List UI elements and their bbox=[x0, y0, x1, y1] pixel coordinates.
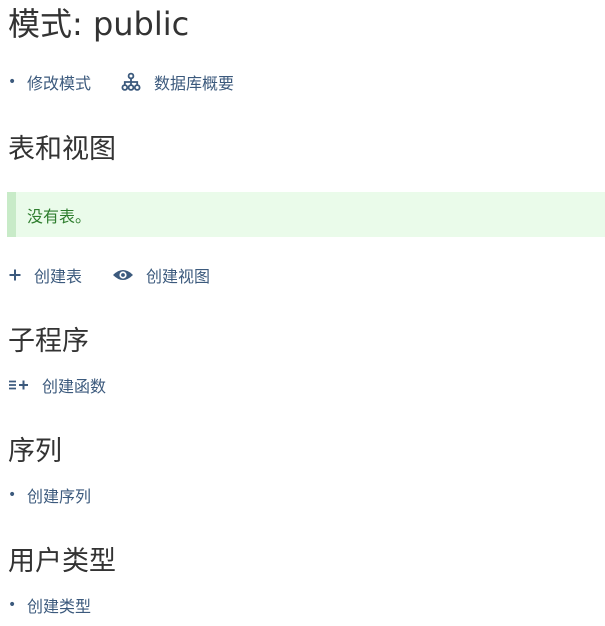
no-tables-message: 没有表。 bbox=[27, 206, 92, 226]
create-sequence-link[interactable]: 创建序列 bbox=[27, 483, 91, 507]
create-type-label: 创建类型 bbox=[27, 597, 92, 616]
create-function-link[interactable]: 创建函数 bbox=[8, 373, 106, 397]
database-overview-link[interactable]: 数据库概要 bbox=[121, 70, 234, 94]
bullet-icon: • bbox=[8, 597, 17, 613]
eye-icon bbox=[112, 268, 134, 282]
database-overview-label: 数据库概要 bbox=[154, 74, 235, 93]
routines-heading: 子程序 bbox=[8, 326, 89, 357]
bullet-icon: • bbox=[8, 74, 17, 90]
no-tables-notice: 没有表。 bbox=[7, 192, 605, 237]
routine-actions: 创建函数 bbox=[8, 374, 106, 396]
edit-schema-link[interactable]: 修改模式 bbox=[27, 70, 91, 94]
plus-icon bbox=[8, 268, 22, 282]
sequence-actions: • 创建序列 bbox=[8, 484, 91, 506]
sitemap-icon bbox=[121, 72, 141, 92]
bullet-icon: • bbox=[8, 487, 17, 503]
create-table-label: 创建表 bbox=[34, 267, 83, 286]
create-view-label: 创建视图 bbox=[146, 267, 211, 286]
tables-heading: 表和视图 bbox=[8, 134, 116, 165]
page-title: 模式: public bbox=[8, 5, 190, 43]
create-type-link[interactable]: 创建类型 bbox=[27, 593, 91, 617]
user-type-actions: • 创建类型 bbox=[8, 594, 91, 616]
create-function-label: 创建函数 bbox=[42, 377, 107, 396]
table-actions: 创建表 创建视图 bbox=[8, 264, 210, 286]
create-view-link[interactable]: 创建视图 bbox=[112, 263, 210, 287]
create-table-link[interactable]: 创建表 bbox=[8, 263, 82, 287]
edit-schema-label: 修改模式 bbox=[27, 74, 92, 93]
create-sequence-label: 创建序列 bbox=[27, 487, 92, 506]
user-types-heading: 用户类型 bbox=[8, 546, 116, 577]
sequences-heading: 序列 bbox=[8, 436, 62, 467]
schema-links: • 修改模式 数据库概要 bbox=[8, 71, 234, 93]
list-add-icon bbox=[8, 378, 30, 392]
